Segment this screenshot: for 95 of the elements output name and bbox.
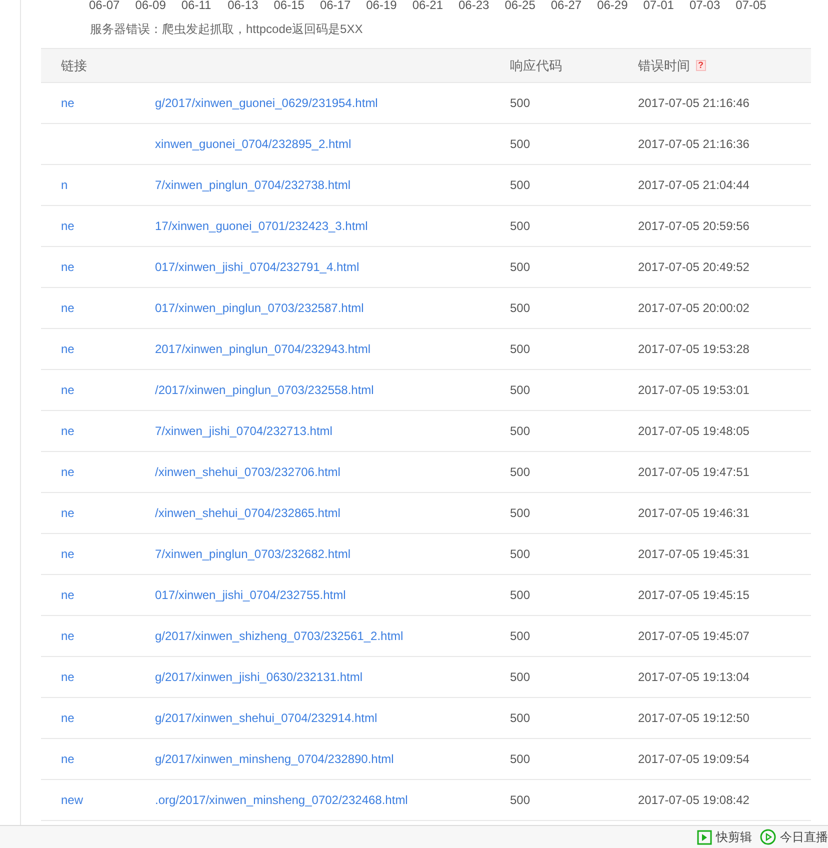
link-text[interactable]: ne: [61, 219, 74, 233]
column-header: 响应代码: [510, 56, 562, 74]
axis-label: 06-07: [89, 0, 121, 12]
link-text[interactable]: ne: [61, 588, 74, 602]
link-text[interactable]: 7/xinwen_pinglun_0703/232682.html: [155, 547, 350, 561]
axis-label: 06-27: [550, 0, 583, 12]
link-text[interactable]: g/2017/xinwen_guonei_0629/231954.html: [155, 96, 378, 110]
error-time: 2017-07-05 19:48:05: [638, 424, 750, 438]
response-code: 500: [510, 137, 530, 151]
axis-label: 06-25: [504, 0, 536, 12]
play-square-icon[interactable]: [697, 830, 712, 844]
link-text[interactable]: 017/xinwen_jishi_0704/232755.html: [155, 588, 346, 602]
error-time: 2017-07-05 21:04:44: [638, 178, 750, 192]
axis-label: 06-09: [135, 0, 167, 12]
error-time: 2017-07-05 19:47:51: [638, 465, 750, 479]
link-text[interactable]: ne: [61, 342, 74, 356]
axis-label: 07-05: [736, 0, 768, 12]
response-code: 500: [510, 342, 530, 356]
link-text[interactable]: 7/xinwen_jishi_0704/232713.html: [155, 424, 332, 438]
axis-label: 06-17: [320, 0, 352, 12]
response-code: 500: [510, 465, 530, 479]
response-code: 500: [510, 670, 530, 684]
link-text[interactable]: ne: [61, 465, 74, 479]
link-text[interactable]: 2017/xinwen_pinglun_0704/232943.html: [155, 342, 371, 356]
toolbar-label[interactable]: 今日直播: [780, 828, 828, 846]
response-code: 500: [510, 301, 530, 315]
axis-label: 06-23: [458, 0, 490, 12]
axis-label: 07-01: [643, 0, 675, 12]
link-text[interactable]: new: [61, 793, 84, 807]
error-time: 2017-07-05 19:13:04: [638, 670, 750, 684]
link-text[interactable]: ne: [61, 670, 74, 684]
error-time: 2017-07-05 19:09:54: [638, 752, 750, 766]
response-code: 500: [510, 547, 530, 561]
link-text[interactable]: ne: [61, 629, 74, 643]
axis-label: 06-29: [597, 0, 629, 12]
error-time: 2017-07-05 19:45:15: [638, 588, 750, 602]
link-text[interactable]: /2017/xinwen_pinglun_0703/232558.html: [155, 383, 374, 397]
error-time: 2017-07-05 19:45:07: [638, 629, 750, 643]
response-code: 500: [510, 96, 530, 110]
axis-label: 06-11: [181, 0, 212, 12]
link-text[interactable]: xinwen_guonei_0704/232895_2.html: [155, 137, 352, 151]
error-time: 2017-07-05 19:46:31: [638, 506, 750, 520]
link-text[interactable]: g/2017/xinwen_shizheng_0703/232561_2.html: [155, 629, 404, 643]
error-time: 2017-07-05 21:16:36: [638, 137, 750, 151]
error-time: 2017-07-05 19:12:50: [638, 711, 750, 725]
link-text[interactable]: ne: [61, 547, 74, 561]
link-text[interactable]: /xinwen_shehui_0703/232706.html: [155, 465, 340, 479]
column-header: 链接: [61, 56, 87, 74]
link-text[interactable]: g/2017/xinwen_shehui_0704/232914.html: [155, 711, 378, 725]
error-time: 2017-07-05 20:00:02: [638, 301, 750, 315]
error-time: 2017-07-05 19:08:42: [638, 793, 750, 807]
axis-label: 06-13: [228, 0, 260, 12]
link-text[interactable]: ne: [61, 301, 74, 315]
axis-label: 07-03: [689, 0, 722, 12]
link-text[interactable]: g/2017/xinwen_minsheng_0704/232890.html: [155, 752, 394, 766]
axis-label: 06-21: [412, 0, 444, 12]
response-code: 500: [510, 178, 530, 192]
link-text[interactable]: /xinwen_shehui_0704/232865.html: [155, 506, 340, 520]
error-time: 2017-07-05 21:16:46: [638, 96, 750, 110]
link-text[interactable]: ne: [61, 752, 74, 766]
response-code: 500: [510, 383, 530, 397]
link-text[interactable]: ne: [61, 711, 74, 725]
link-text[interactable]: 7/xinwen_pinglun_0704/232738.html: [155, 178, 350, 192]
link-text[interactable]: 17/xinwen_guonei_0701/232423_3.html: [155, 219, 368, 233]
response-code: 500: [510, 629, 530, 643]
link-text[interactable]: ne: [61, 424, 74, 438]
response-code: 500: [510, 711, 530, 725]
play-circle-icon[interactable]: [760, 829, 776, 845]
error-time: 2017-07-05 19:53:28: [638, 342, 750, 356]
error-time: 2017-07-05 19:53:01: [638, 383, 750, 397]
response-code: 500: [510, 793, 530, 807]
error-time: 2017-07-05 19:45:31: [638, 547, 750, 561]
link-text[interactable]: n: [61, 178, 68, 192]
error-time: 2017-07-05 20:59:56: [638, 219, 750, 233]
response-code: 500: [510, 424, 530, 438]
link-text[interactable]: 017/xinwen_pinglun_0703/232587.html: [155, 301, 364, 315]
link-text[interactable]: ne: [61, 506, 74, 520]
link-text[interactable]: ne: [61, 260, 74, 274]
toolbar-label[interactable]: 快剪辑: [716, 828, 752, 846]
link-text[interactable]: .org/2017/xinwen_minsheng_0702/232468.html: [155, 793, 408, 807]
column-header: 错误时间: [638, 56, 690, 74]
response-code: 500: [510, 219, 530, 233]
axis-label: 06-15: [274, 0, 306, 12]
response-code: 500: [510, 260, 530, 274]
error-time: 2017-07-05 20:49:52: [638, 260, 750, 274]
response-code: 500: [510, 506, 530, 520]
link-text[interactable]: ne: [61, 96, 74, 110]
response-code: 500: [510, 752, 530, 766]
axis-label: 06-19: [366, 0, 398, 12]
help-icon[interactable]: ?: [696, 60, 706, 71]
link-text[interactable]: g/2017/xinwen_jishi_0630/232131.html: [155, 670, 362, 684]
error-description: 服务器错误：爬虫发起抓取，httpcode返回码是5XX: [90, 22, 363, 36]
link-text[interactable]: ne: [61, 383, 74, 397]
response-code: 500: [510, 588, 530, 602]
link-text[interactable]: 017/xinwen_jishi_0704/232791_4.html: [155, 260, 360, 274]
